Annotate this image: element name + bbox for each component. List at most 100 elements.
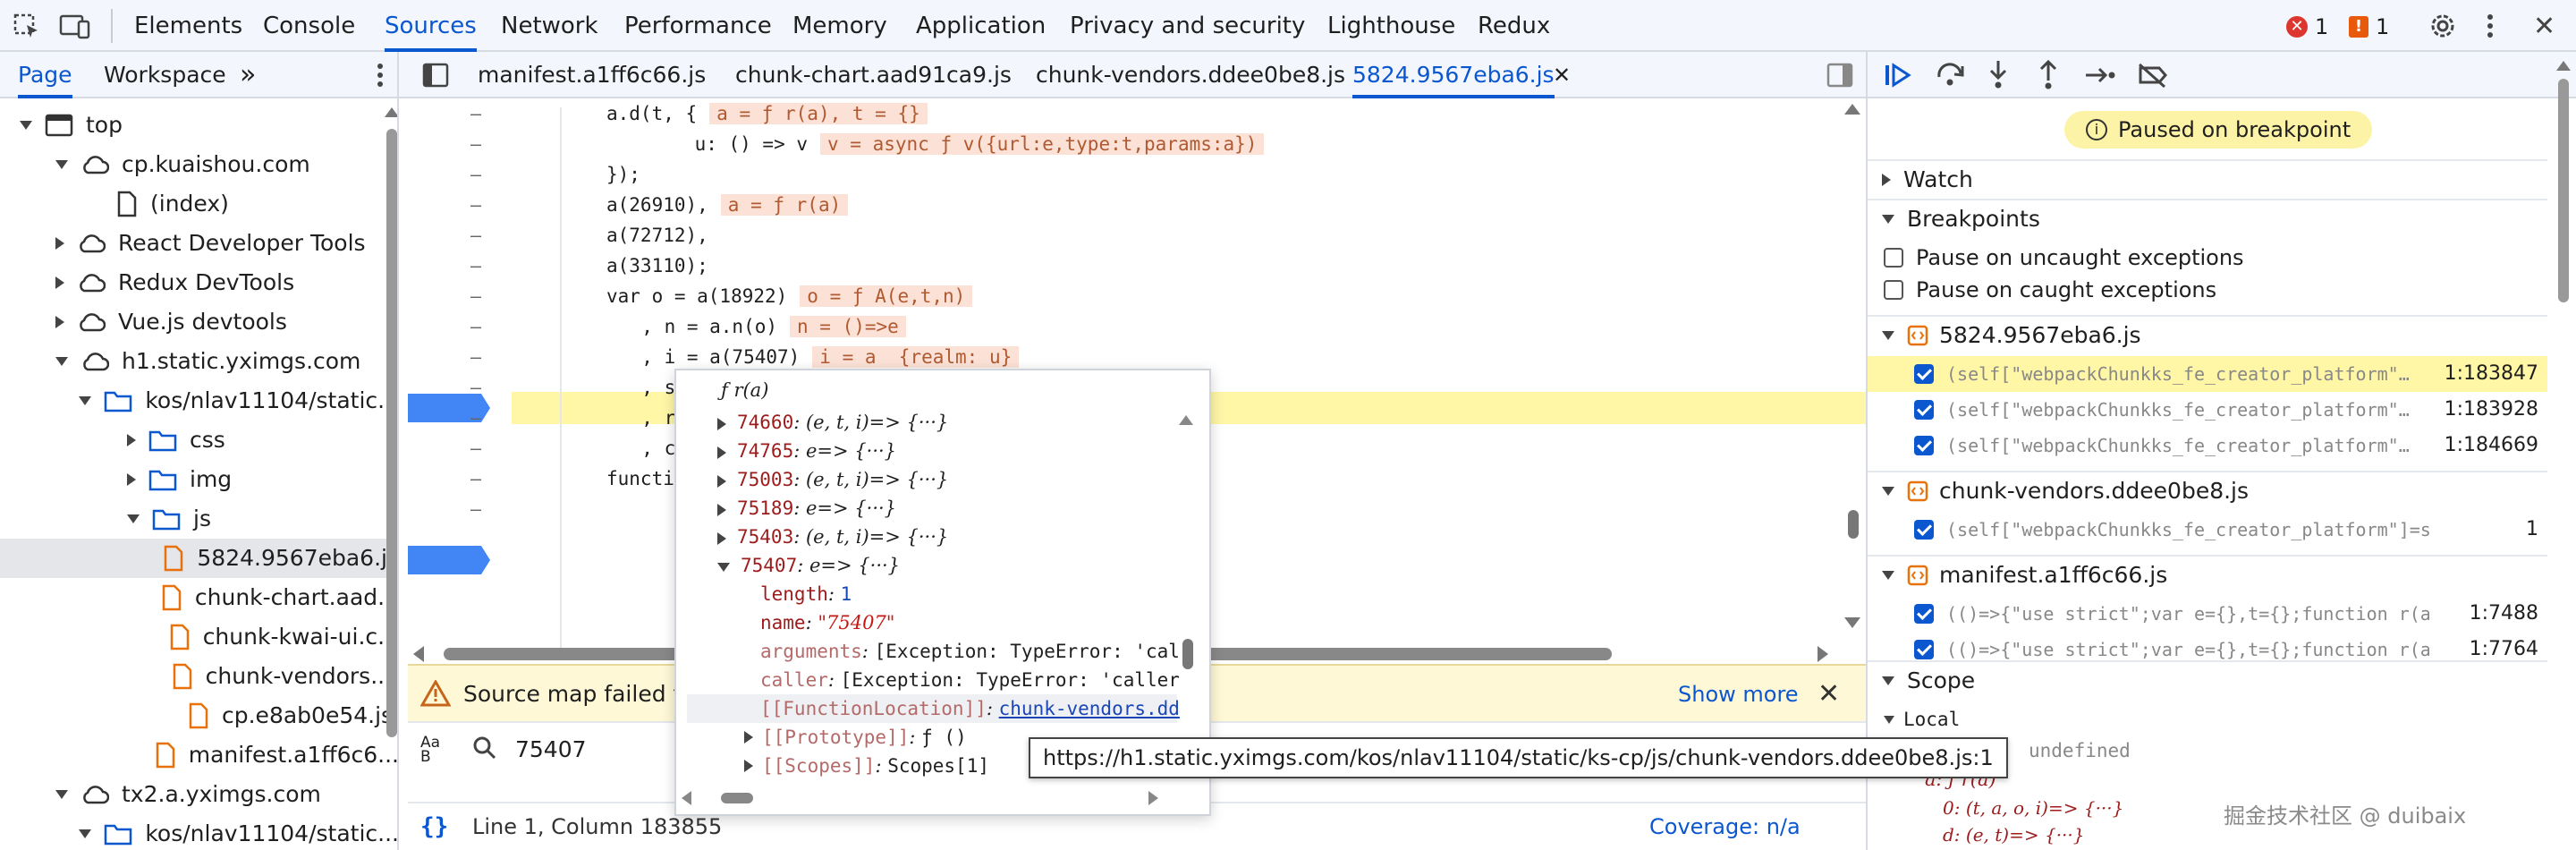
breakpoint-file-header[interactable]: manifest.a1ff6c66.js [1868, 555, 2547, 594]
tree-item[interactable]: js [0, 499, 397, 539]
pause-uncaught-checkbox[interactable] [1884, 248, 1903, 268]
expanded-arrow-icon[interactable] [55, 160, 68, 169]
popover-property[interactable]: [[FunctionLocation]]: chunk-vendors.dd [687, 694, 1180, 723]
step-over-icon[interactable] [1936, 61, 1966, 88]
editor-tab-chunk-vendors[interactable]: chunk-vendors.ddee0be8.js [1036, 52, 1345, 98]
popover-scrollbar-thumb[interactable] [1182, 639, 1193, 669]
scope-local-header[interactable]: Local [1884, 703, 1960, 735]
tree-item[interactable]: 5824.9567eba6.js [0, 539, 397, 578]
tree-item[interactable]: tx2.a.yximgs.com [0, 775, 397, 814]
expanded-arrow-icon[interactable] [20, 121, 32, 130]
tab-redux[interactable]: Redux [1478, 0, 1550, 52]
collapsed-arrow-icon[interactable] [744, 731, 753, 744]
tab-page[interactable]: Page [18, 52, 72, 98]
popover-entry[interactable]: 74765: e=> {···} [717, 437, 896, 465]
popover-scroll-left-icon[interactable] [682, 791, 691, 805]
breakpoint-checkbox[interactable] [1914, 400, 1934, 420]
scope-section-header[interactable]: Scope [1868, 660, 2547, 700]
vertical-scrollbar-thumb[interactable] [1848, 510, 1859, 539]
popover-entry[interactable]: 75003: (e, t, i)=> {···} [717, 465, 948, 494]
pause-caught-checkbox[interactable] [1884, 280, 1903, 300]
tree-item[interactable]: chunk-kwai-ui.c... [0, 617, 397, 657]
tab-memory[interactable]: Memory [792, 0, 887, 52]
code-line[interactable]: }); [606, 159, 640, 190]
gutter-line-marker[interactable]: – [467, 372, 485, 403]
scope-var-0[interactable]: 0: (t, a, o, i)=> {···} [1943, 795, 2123, 821]
editor-tab-5824[interactable]: 5824.9567eba6.js [1352, 52, 1555, 98]
show-more-link[interactable]: Show more [1678, 666, 1799, 723]
popover-entry[interactable]: 74660: (e, t, i)=> {···} [717, 408, 948, 437]
popover-scroll-right-icon[interactable] [1148, 791, 1158, 805]
function-location-link[interactable]: chunk-vendors.dd [999, 698, 1180, 719]
popover-property[interactable]: [[Prototype]]: ƒ () [744, 723, 967, 752]
code-line[interactable]: a(26910), a = ƒ r(a) [606, 190, 849, 220]
collapsed-arrow-icon[interactable] [717, 531, 726, 545]
device-toolbar-icon[interactable] [59, 13, 91, 41]
close-infobar-icon[interactable]: ✕ [1818, 678, 1840, 710]
deactivate-breakpoints-icon[interactable] [2138, 63, 2168, 88]
tree-item[interactable]: chunk-vendors.... [0, 657, 397, 696]
resume-icon[interactable] [1884, 63, 1912, 88]
tab-network[interactable]: Network [501, 0, 598, 52]
code-line[interactable]: a.d(t, {a = ƒ r(a), t = {} [606, 98, 928, 129]
code-line[interactable]: var o = a(18922) o = ƒ A(e,t,n) [606, 281, 973, 311]
expanded-arrow-icon[interactable] [79, 829, 92, 838]
breakpoint-checkbox[interactable] [1914, 640, 1934, 659]
sidebar-scroll-up-icon[interactable] [2556, 61, 2571, 71]
breakpoint-item[interactable]: (self["webpackChunkks_fe_creator_platfor… [1868, 428, 2547, 463]
close-devtools-icon[interactable]: ✕ [2533, 11, 2555, 42]
gutter-line-marker[interactable]: – [467, 98, 485, 129]
breakpoint-item[interactable]: (self["webpackChunkks_fe_creator_platfor… [1868, 512, 2547, 548]
navigator-scroll-up-icon[interactable] [385, 107, 397, 117]
tab-lighthouse[interactable]: Lighthouse [1327, 0, 1455, 52]
popover-entry[interactable]: 75407: e=> {···} [717, 551, 900, 580]
tab-elements[interactable]: Elements [134, 0, 242, 52]
code-line[interactable]: , n = a.n(o) n = ()=>e [619, 311, 906, 342]
navigator-menu-icon[interactable] [376, 63, 385, 88]
tree-item[interactable]: kos/nlav11104/static... [0, 814, 397, 850]
gutter-line-marker[interactable]: – [467, 190, 485, 220]
tab-console[interactable]: Console [263, 0, 355, 52]
gutter-line-marker[interactable]: – [467, 494, 485, 524]
code-line[interactable]: a(33110); [606, 251, 708, 281]
toggle-debugger-icon[interactable] [1826, 63, 1853, 88]
tree-item[interactable]: css [0, 421, 397, 460]
collapsed-arrow-icon[interactable] [55, 237, 64, 250]
tab-performance[interactable]: Performance [624, 0, 772, 52]
collapsed-arrow-icon[interactable] [127, 434, 136, 446]
popover-property[interactable]: name: "75407" [760, 608, 894, 637]
pause-caught-option[interactable]: Pause on caught exceptions [1868, 272, 2547, 308]
scope-var-d[interactable]: d: (e, t)=> {···} [1943, 821, 2085, 848]
popover-entry[interactable]: 75189: e=> {···} [717, 494, 896, 523]
breakpoint-item[interactable]: (self["webpackChunkks_fe_creator_platfor… [1868, 392, 2547, 428]
close-tab-icon[interactable]: ✕ [1553, 52, 1571, 98]
expanded-arrow-icon[interactable] [55, 790, 68, 799]
collapsed-arrow-icon[interactable] [717, 474, 726, 488]
tree-item[interactable]: h1.static.yximgs.com [0, 342, 397, 381]
gutter-line-marker[interactable]: – [467, 403, 485, 433]
scroll-right-arrow-icon[interactable] [1818, 646, 1828, 662]
step-icon[interactable] [2084, 64, 2116, 86]
tree-item[interactable]: img [0, 460, 397, 499]
tree-item[interactable]: cp.e8ab0e54.js [0, 696, 397, 735]
gutter-line-marker[interactable]: – [467, 433, 485, 463]
breakpoints-section-header[interactable]: Breakpoints [1868, 199, 2547, 238]
breakpoint-checkbox[interactable] [1914, 604, 1934, 624]
code-line[interactable]: u: () => v v = async ƒ v({url:e,type:t,pa… [649, 129, 1265, 159]
breakpoint-item[interactable]: (()=>{"use strict";var e={},t={};functio… [1868, 596, 2547, 632]
collapsed-arrow-icon[interactable] [717, 417, 726, 430]
expanded-arrow-icon[interactable] [55, 357, 68, 366]
tree-item[interactable]: top [0, 106, 397, 145]
navigator-scrollbar-thumb[interactable] [386, 129, 397, 737]
match-case-icon[interactable]: Aa B [420, 735, 453, 765]
gutter-line-marker[interactable]: – [467, 311, 485, 342]
popover-property[interactable]: arguments: [Exception: TypeError: 'cal [760, 637, 1180, 666]
error-counter[interactable]: ✕ 1 [2286, 14, 2328, 39]
step-into-icon[interactable] [1986, 59, 2011, 89]
expanded-arrow-icon[interactable] [79, 396, 92, 405]
tree-item[interactable]: Redux DevTools [0, 263, 397, 302]
popover-property[interactable]: [[Scopes]]: Scopes[1] [744, 752, 989, 780]
expanded-arrow-icon[interactable] [717, 562, 730, 572]
gutter-line-marker[interactable]: – [467, 251, 485, 281]
warning-counter[interactable]: ! 1 [2349, 14, 2389, 39]
